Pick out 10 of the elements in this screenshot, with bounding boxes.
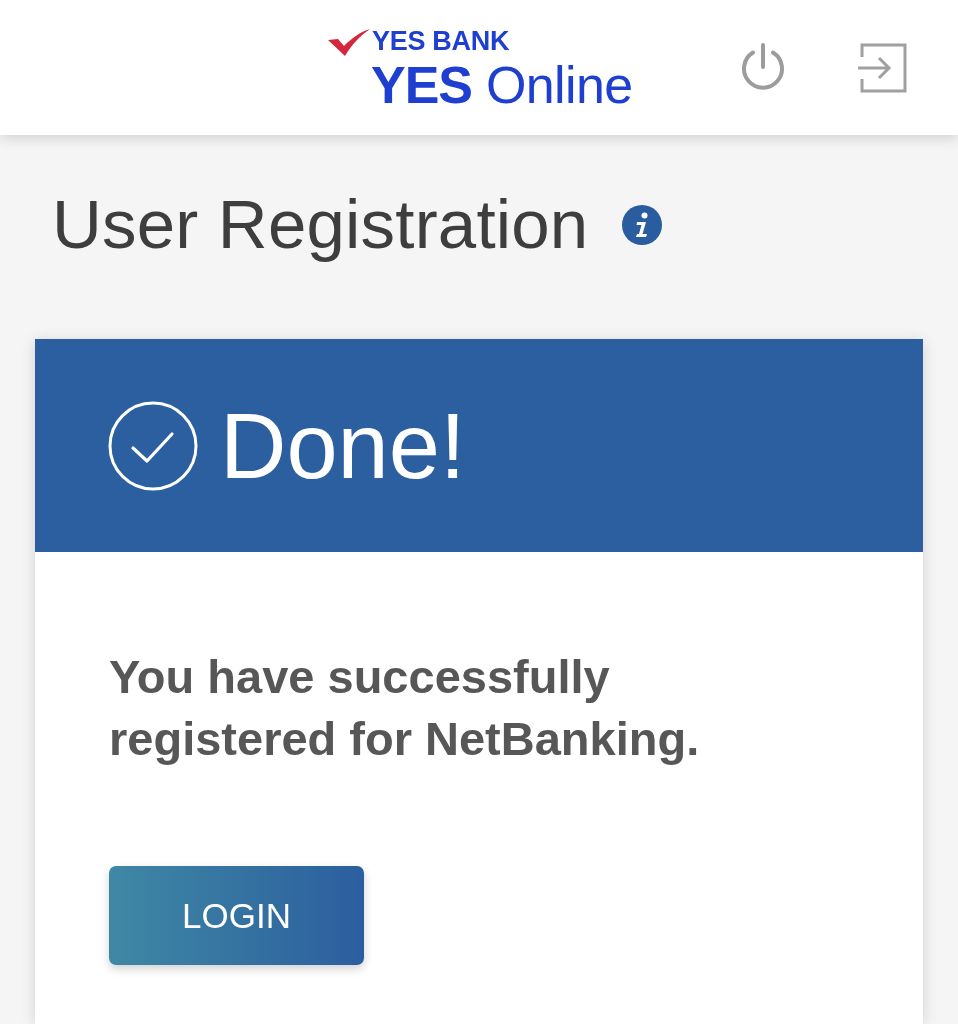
- brand-name: YES BANK: [372, 25, 510, 56]
- product-name: YES Online: [371, 55, 633, 114]
- banner-heading: Done!: [220, 393, 466, 499]
- info-icon[interactable]: [622, 205, 663, 245]
- exit-icon[interactable]: [858, 42, 908, 93]
- success-message: You have successfully registered for NetBanking.: [109, 649, 701, 767]
- page-title: User Registration: [52, 185, 589, 265]
- check-circle-icon: [108, 400, 198, 491]
- login-button[interactable]: LOGIN: [109, 866, 364, 965]
- checkmark-icon: [328, 28, 370, 56]
